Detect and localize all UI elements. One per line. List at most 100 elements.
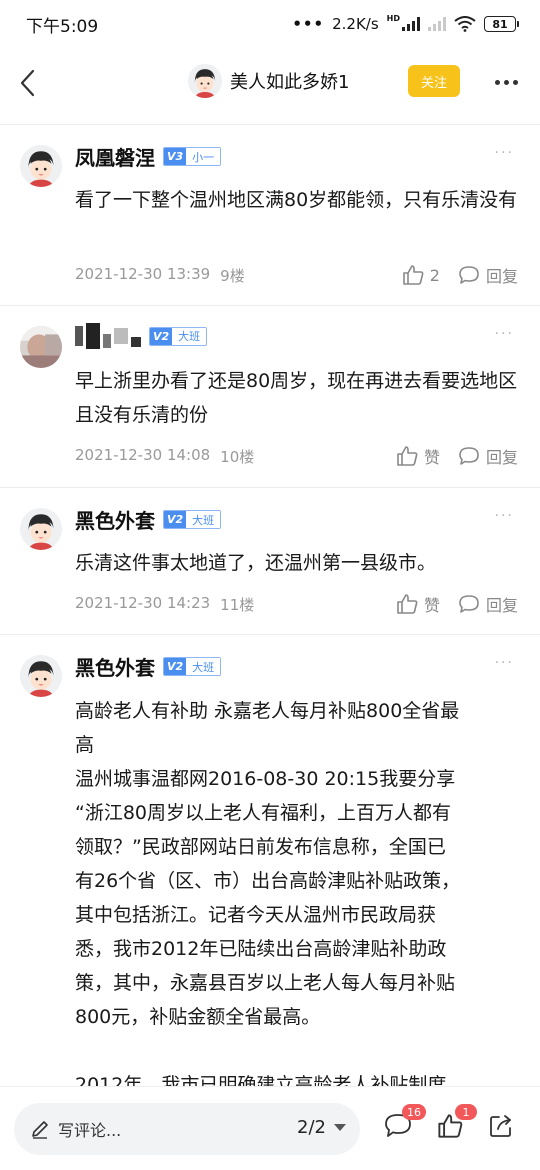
comment-item: 凤凰磐涅 V3 小一 ··· 看了一下整个温州地区满80岁都能领，只有乐清没有 … [0,125,540,305]
comment-author-redacted[interactable] [75,323,141,349]
speech-bubble-icon [459,266,479,284]
text-line: 策，其中，永嘉县百岁以上老人每人每月补贴 [75,972,456,994]
comment-header: V2 大班 [75,323,208,349]
badge-level: V3 [164,148,187,165]
status-bar: 下午5:09 ••• 2.2K/s HD 81 [0,0,540,48]
comment-header: 凤凰磐涅 V3 小一 [75,142,222,171]
comment-header: 黑色外套 V2 大班 [75,505,222,534]
badge-title: 大班 [172,327,207,345]
comment-item: V2 大班 ··· 早上浙里办看了还是80周岁，现在再进去看要选地区且没有乐清的… [0,306,540,486]
bottom-bar: 写评论... 2/2 16 1 [0,1086,540,1170]
text-line [75,1034,521,1068]
share-icon [490,1115,511,1137]
text-line: 悉，我市2012年已陆续出台高龄津贴补助政 [75,938,447,960]
text-line: 高龄老人有补助 永嘉老人每月补贴800全省最 [75,700,460,722]
wifi-icon [454,16,476,32]
like-label: 赞 [423,448,440,467]
comment-more-icon[interactable]: ··· [495,655,514,671]
comment-time: 2021-12-30 14:23 [75,594,211,612]
dropdown-caret-icon [334,1124,346,1131]
hd-label: HD [386,14,400,23]
text-line: 温州城事温都网2016-08-30 20:15我要分享 [75,768,456,790]
badge-title: 大班 [186,658,221,675]
level-badge: V2 大班 [149,326,208,346]
like-button[interactable]: 赞 [396,444,440,468]
page-selector[interactable]: 2/2 [297,1117,346,1138]
more-menu-button[interactable] [492,70,520,94]
avatar [188,64,222,98]
signal-secondary-icon [428,17,446,31]
like-count: 2 [429,265,440,285]
comment-floor: 9楼 [220,267,245,285]
avatar[interactable] [20,655,62,697]
more-dots-icon [494,79,500,85]
comment-input[interactable]: 写评论... 2/2 [14,1103,360,1155]
network-speed: 2.2K/s [332,15,379,33]
page-indicator: 2/2 [297,1117,326,1138]
like-button[interactable]: 赞 [396,592,440,616]
notification-dots-icon: ••• [292,15,325,33]
avatar[interactable] [20,508,62,550]
level-badge: V2 大班 [163,510,222,529]
like-count-badge: 1 [455,1104,477,1120]
comment-header: 黑色外套 V2 大班 [75,652,222,681]
avatar[interactable] [20,326,62,368]
share-button[interactable] [488,1113,518,1143]
thumb-up-icon [397,594,418,614]
reply-button[interactable]: 回复 [458,592,518,616]
reply-label: 回复 [485,448,518,467]
like-label: 赞 [423,596,440,615]
comment-floor: 11楼 [220,596,255,614]
follow-button[interactable]: 关注 [408,65,460,97]
thumb-up-icon [402,265,424,285]
comment-item: 黑色外套 V2 大班 ··· 乐清这件事太地道了，还温州第一县级市。 2021-… [0,488,540,633]
reply-button[interactable]: 回复 [458,444,518,468]
text-line: 2012年，我市已明确建立高龄老人补贴制度 [75,1074,447,1086]
comment-author[interactable]: 黑色外套 [75,652,155,681]
text-line: “浙江80周岁以上老人有福利，上百万人都有 [75,802,452,824]
comment-actions: 2 回复 [402,263,518,287]
avatar[interactable] [20,145,62,187]
badge-level: V2 [164,511,187,528]
badge-title: 小一 [186,148,221,165]
reply-button[interactable]: 回复 [458,263,518,287]
level-badge: V3 小一 [163,147,222,166]
like-button[interactable]: 2 [402,264,440,286]
nav-user[interactable]: 美人如此多娇1 [188,64,349,98]
comment-actions: 赞 回复 [396,592,518,616]
status-icons: ••• 2.2K/s HD 81 [292,14,519,33]
battery-icon: 81 [484,16,519,32]
comment-text: 早上浙里办看了还是80周岁，现在再进去看要选地区且没有乐清的份 [75,370,518,426]
like-post-button[interactable]: 1 [437,1104,477,1143]
speech-bubble-icon [459,447,479,465]
comments-button[interactable]: 16 [384,1104,426,1143]
text-line: 高 [75,734,95,756]
badge-title: 大班 [186,511,221,528]
comment-meta: 2021-12-30 13:39 9楼 [75,265,245,286]
thumb-up-icon [397,446,418,466]
nav-username: 美人如此多娇1 [230,72,350,93]
comment-more-icon[interactable]: ··· [495,326,514,342]
comment-text: 乐清这件事太地道了，还温州第一县级市。 [75,552,437,574]
comment-meta: 2021-12-30 14:23 11楼 [75,594,254,615]
badge-level: V2 [150,327,173,345]
comment-text-long: 高龄老人有补助 永嘉老人每月补贴800全省最 高 温州城事温都网2016-08-… [75,694,521,1086]
reply-label: 回复 [485,267,518,286]
comment-count-badge: 16 [402,1104,426,1120]
nav-bar: 美人如此多娇1 关注 [0,48,540,118]
comment-more-icon[interactable]: ··· [495,508,514,524]
comment-text: 看了一下整个温州地区满80岁都能领，只有乐清没有 [75,189,518,211]
comment-meta: 2021-12-30 14:08 10楼 [75,446,254,467]
text-line: 800元，补贴金额全省最高。 [75,1006,321,1028]
comment-floor: 10楼 [220,448,255,466]
comment-more-icon[interactable]: ··· [495,145,514,161]
level-badge: V2 大班 [163,657,222,676]
back-button[interactable] [12,66,42,100]
comment-author[interactable]: 黑色外套 [75,505,155,534]
text-line: 其中包括浙江。记者今天从温州市民政局获 [75,904,437,926]
comment-author[interactable]: 凤凰磐涅 [75,142,155,171]
text-line: 有26个省（区、市）出台高龄津贴补贴政策， [75,870,461,892]
pencil-icon [32,1121,48,1139]
comment-time: 2021-12-30 14:08 [75,446,211,464]
chevron-left-icon [20,69,35,97]
